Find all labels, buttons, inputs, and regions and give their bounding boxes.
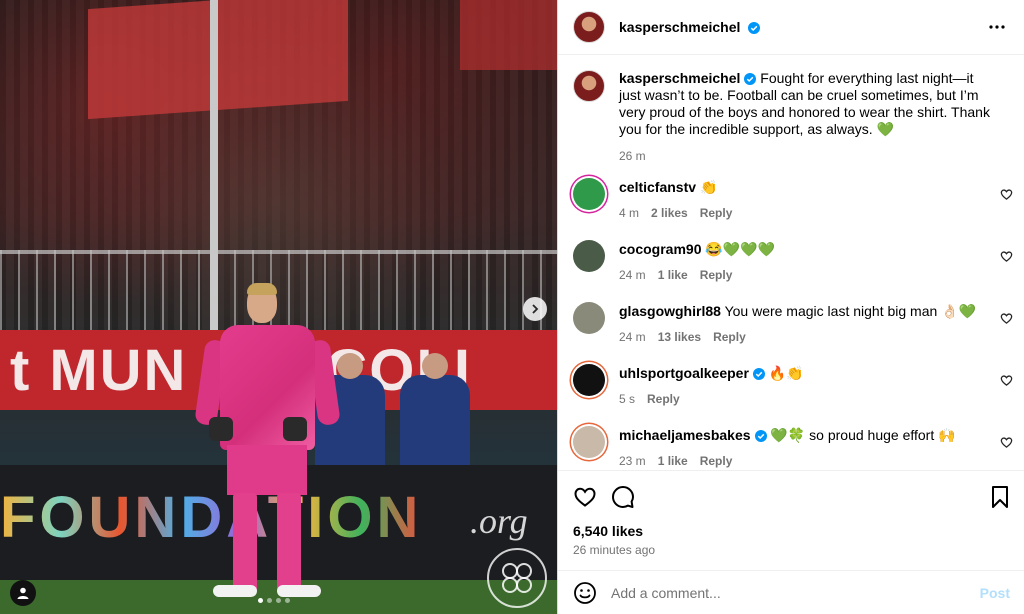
verified-badge-icon (752, 368, 765, 380)
comment-text: 😂💚💚💚 (705, 241, 776, 257)
comment-composer: Post (558, 570, 1024, 614)
comment-time: 4 m (619, 206, 640, 220)
carousel-dot (267, 598, 272, 603)
carousel-dot (258, 598, 263, 603)
comment-body: uhlsportgoalkeeper 🔥👏 5 s Reply (619, 364, 979, 408)
comment-likes[interactable]: 2 likes (651, 204, 688, 222)
banner-text-2: MUN (49, 337, 188, 403)
crowd-flag (88, 0, 348, 120)
comment-reply-button[interactable]: Reply (713, 328, 746, 346)
comment-text: 🔥👏 (768, 365, 804, 381)
comment-time: 24 m (619, 268, 646, 282)
caption-body: kasperschmeichel Fought for everything l… (619, 70, 999, 165)
comment-meta: 5 s Reply (619, 390, 979, 408)
comment-meta: 24 m 13 likes Reply (619, 328, 979, 346)
comment-reply-button[interactable]: Reply (700, 452, 733, 470)
comment-bubble-icon[interactable] (611, 485, 635, 509)
caption-author-avatar[interactable] (573, 70, 605, 102)
post-details-panel: kasperschmeichel kasperschmeichel Fought… (557, 0, 1024, 614)
commenter-username[interactable]: uhlsportgoalkeeper (619, 365, 749, 381)
comment-reply-button[interactable]: Reply (647, 390, 680, 408)
chevron-right-icon (532, 304, 539, 314)
carousel-indicator (258, 598, 290, 603)
commenter-avatar[interactable] (573, 178, 605, 210)
likes-count[interactable]: 6,540 likes (573, 523, 643, 539)
post-header: kasperschmeichel (558, 0, 1024, 55)
more-horizontal-icon (989, 25, 1005, 29)
user-icon (17, 587, 29, 599)
comment-text: You were magic last night big man 👌🏻💚 (724, 303, 977, 319)
comment-body: glasgowghirl88 You were magic last night… (619, 302, 979, 346)
ad-board-suffix: .org (470, 501, 528, 541)
photographer-figure (400, 353, 470, 470)
celtic-crest-watermark (487, 548, 547, 608)
verified-badge-icon (744, 73, 757, 85)
comment-like-heart-icon[interactable] (1000, 374, 1013, 387)
comment-body: celticfanstv 👏 4 m 2 likes Reply (619, 178, 979, 222)
post-photo[interactable]: t MUN COLI FOUNDATION .org (0, 0, 557, 614)
more-options-button[interactable] (987, 17, 1007, 42)
post-comment-button[interactable]: Post (980, 585, 1010, 601)
comment-item: uhlsportgoalkeeper 🔥👏 5 s Reply (573, 364, 1013, 408)
post-timestamp[interactable]: 26 minutes ago (573, 543, 655, 557)
comment-like-heart-icon[interactable] (1000, 250, 1013, 263)
comment-item: glasgowghirl88 You were magic last night… (573, 302, 1013, 346)
comment-like-heart-icon[interactable] (1000, 188, 1013, 201)
comment-text: 👏 (699, 179, 718, 195)
comment-item: cocogram90 😂💚💚💚 24 m 1 like Reply (573, 240, 1013, 284)
tagged-users-button[interactable] (10, 580, 36, 606)
commenter-avatar[interactable] (573, 240, 605, 272)
commenter-username[interactable]: cocogram90 (619, 241, 701, 257)
comment-likes[interactable]: 1 like (658, 452, 688, 470)
author-username[interactable]: kasperschmeichel (619, 19, 761, 35)
comment-body: cocogram90 😂💚💚💚 24 m 1 like Reply (619, 240, 979, 284)
comment-like-heart-icon[interactable] (1000, 312, 1013, 325)
emoji-smiley-icon[interactable] (573, 581, 597, 605)
comment-text: 💚🍀 so proud huge effort 🙌 (770, 427, 956, 443)
comment-body: michaeljamesbakes 💚🍀 so proud huge effor… (619, 426, 979, 470)
comment-item: celticfanstv 👏 4 m 2 likes Reply (573, 178, 1013, 222)
comment-time: 5 s (619, 392, 636, 406)
comment-likes[interactable]: 13 likes (658, 328, 701, 346)
comment-meta: 23 m 1 like Reply (619, 452, 979, 470)
like-heart-icon[interactable] (573, 485, 597, 509)
comment-meta: 4 m 2 likes Reply (619, 204, 979, 222)
banner-text-1: t (10, 337, 32, 403)
commenter-avatar[interactable] (573, 302, 605, 334)
comment-item: michaeljamesbakes 💚🍀 so proud huge effor… (573, 426, 1013, 470)
verified-badge-icon (748, 22, 761, 34)
author-avatar[interactable] (573, 11, 605, 43)
comment-like-heart-icon[interactable] (1000, 436, 1013, 449)
post-actions: 6,540 likes 26 minutes ago (558, 470, 1024, 570)
author-username-text[interactable]: kasperschmeichel (619, 19, 740, 35)
comment-reply-button[interactable]: Reply (700, 266, 733, 284)
comment-likes[interactable]: 1 like (658, 266, 688, 284)
carousel-next-button[interactable] (523, 297, 547, 321)
commenter-username[interactable]: glasgowghirl88 (619, 303, 721, 319)
verified-badge-icon (754, 430, 767, 442)
caption-time: 26 m (619, 149, 646, 163)
comment-reply-button[interactable]: Reply (700, 204, 733, 222)
caption-username[interactable]: kasperschmeichel (619, 70, 740, 86)
comment-input[interactable] (611, 584, 951, 601)
carousel-dot (285, 598, 290, 603)
comment-meta: 24 m 1 like Reply (619, 266, 979, 284)
carousel-dot (276, 598, 281, 603)
commenter-avatar[interactable] (573, 426, 605, 458)
commenter-username[interactable]: michaeljamesbakes (619, 427, 751, 443)
comment-time: 23 m (619, 454, 646, 468)
post-caption: kasperschmeichel Fought for everything l… (573, 70, 1013, 165)
commenter-username[interactable]: celticfanstv (619, 179, 696, 195)
crowd-flag-right (460, 0, 557, 70)
save-bookmark-icon[interactable] (989, 485, 1011, 509)
goalkeeper-figure (194, 283, 345, 605)
comment-time: 24 m (619, 330, 646, 344)
commenter-avatar[interactable] (573, 364, 605, 396)
